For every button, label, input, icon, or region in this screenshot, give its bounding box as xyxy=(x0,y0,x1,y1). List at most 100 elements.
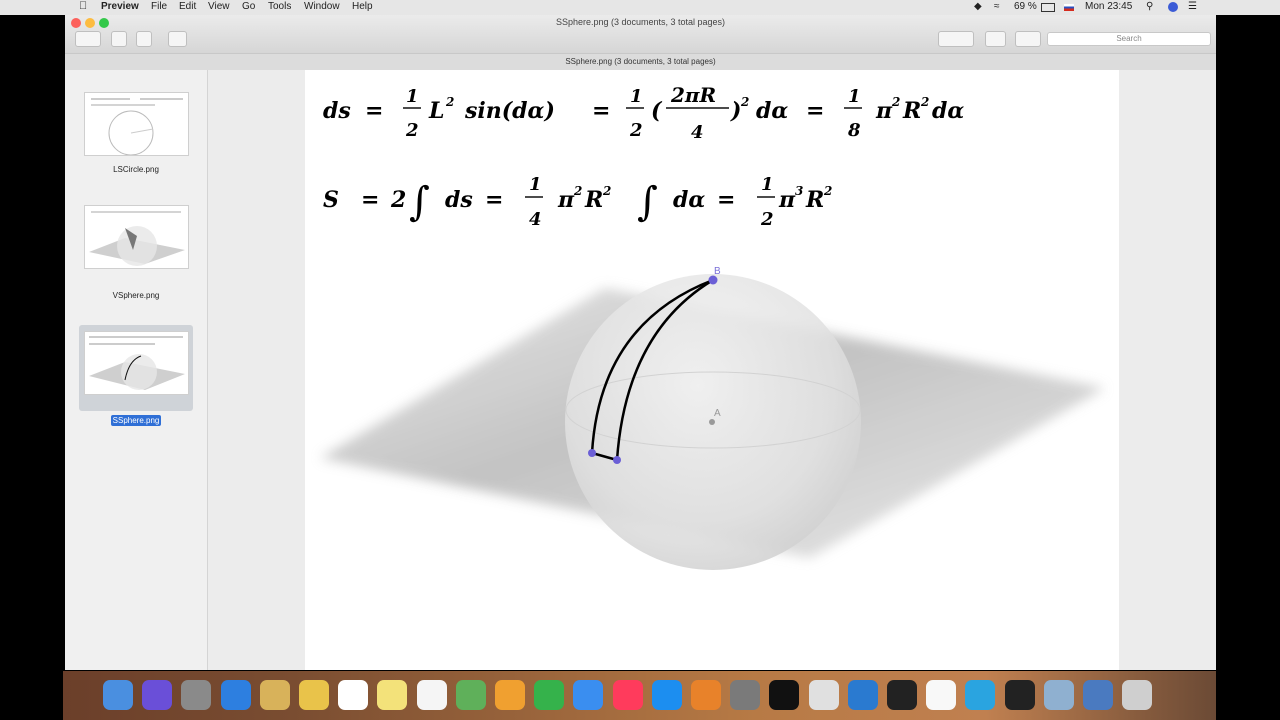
paren-square: 2 xyxy=(740,95,749,109)
zoom-in-button[interactable] xyxy=(136,31,152,47)
siri-icon[interactable] xyxy=(142,680,173,710)
menu-edit[interactable]: Edit xyxy=(179,1,196,12)
equals-4: = xyxy=(361,187,379,213)
toolbar: SSphere.png (3 documents, 3 total pages)… xyxy=(65,15,1216,53)
frac1-numerator: 1 xyxy=(406,86,419,107)
L-term: L xyxy=(428,98,444,124)
flag-icon[interactable] xyxy=(1064,4,1074,11)
thumbnail-label-lscircle[interactable]: LSCircle.png xyxy=(65,165,207,174)
reminders-icon[interactable] xyxy=(416,680,447,710)
equals-5: = xyxy=(485,187,503,213)
downloads-icon[interactable] xyxy=(1083,680,1113,710)
frac3-denominator: 4 xyxy=(691,122,704,143)
dalpha-2: dα xyxy=(932,98,964,124)
notification-center-icon[interactable]: ☰ xyxy=(1188,1,1197,12)
menu-file[interactable]: File xyxy=(151,1,167,12)
point-C1[interactable] xyxy=(588,449,596,457)
annotate-button[interactable] xyxy=(1015,31,1041,47)
point-A[interactable] xyxy=(709,419,715,425)
calendar-icon[interactable] xyxy=(338,680,369,710)
stickies-icon[interactable] xyxy=(377,680,408,710)
photos-icon[interactable] xyxy=(495,680,525,710)
pi-term-3: π xyxy=(778,187,796,213)
frac4-denominator: 8 xyxy=(847,120,861,141)
integral-1: ∫ xyxy=(409,179,430,225)
window-title: SSphere.png (3 documents, 3 total pages) xyxy=(555,17,726,27)
thumbnail-lscircle[interactable] xyxy=(84,92,189,156)
spotlight-icon[interactable]: ⚲ xyxy=(1146,1,1153,12)
sidebar-toggle-button[interactable] xyxy=(75,31,101,47)
siri-menu-icon[interactable] xyxy=(1168,2,1178,12)
launchpad-icon[interactable] xyxy=(181,680,212,710)
markup-button[interactable] xyxy=(938,31,974,47)
R-term-3: R xyxy=(805,187,824,213)
thumbnail-vsphere[interactable] xyxy=(84,205,189,269)
telegram-icon[interactable] xyxy=(965,680,996,710)
frac4-numerator: 1 xyxy=(848,86,861,107)
preview-icon[interactable] xyxy=(1043,680,1074,710)
menu-window[interactable]: Window xyxy=(304,1,340,12)
notes-icon[interactable] xyxy=(299,680,329,710)
pi-square: 2 xyxy=(891,95,900,109)
trash-icon[interactable] xyxy=(1122,680,1153,710)
L-square: 2 xyxy=(445,95,454,109)
coef-two: 2 xyxy=(390,187,406,213)
dock xyxy=(63,671,1216,720)
frac1-denominator: 2 xyxy=(405,120,419,141)
menu-help[interactable]: Help xyxy=(352,1,373,12)
rotate-button[interactable] xyxy=(985,31,1006,47)
facetime-icon[interactable] xyxy=(534,680,565,710)
share-button-left[interactable] xyxy=(168,31,187,47)
equals-3: = xyxy=(806,98,824,124)
mail-icon[interactable] xyxy=(259,680,290,710)
messages-icon[interactable] xyxy=(573,680,604,710)
appstore-icon[interactable] xyxy=(651,680,682,710)
music-icon[interactable] xyxy=(612,680,643,710)
terminal-icon[interactable] xyxy=(887,680,917,710)
zoom-out-button[interactable] xyxy=(111,31,127,47)
frac6-numerator: 1 xyxy=(761,174,774,195)
finder-icon[interactable] xyxy=(103,680,133,710)
ds-term: ds xyxy=(323,98,351,124)
settings-icon[interactable] xyxy=(730,680,761,710)
activity-icon[interactable] xyxy=(1004,680,1035,710)
apple-icon[interactable]:  xyxy=(79,0,87,12)
wifi-icon[interactable]: ≈ xyxy=(994,1,1000,12)
textedit-icon[interactable] xyxy=(926,680,957,710)
thumbnail-ssphere[interactable] xyxy=(84,331,189,395)
clock[interactable]: Mon 23:45 xyxy=(1085,1,1132,12)
right-paren: ) xyxy=(730,98,741,124)
preview-window: SSphere.png (3 documents, 3 total pages)… xyxy=(65,15,1216,670)
sphere-figure: B A xyxy=(320,266,1105,570)
intellij-icon[interactable] xyxy=(769,680,800,710)
thumbnail-label-vsphere[interactable]: VSphere.png xyxy=(65,291,207,300)
thumbnail-label-ssphere[interactable]: SSphere.png xyxy=(65,415,207,426)
pi-cube: 3 xyxy=(795,184,803,198)
pi-term-2: π xyxy=(557,187,575,213)
battery-icon[interactable] xyxy=(1041,3,1055,12)
integral-2: ∫ xyxy=(637,179,658,225)
safari-icon[interactable] xyxy=(220,680,251,710)
document-page[interactable]: ds = 1 2 L 2 sin(dα) = 1 2 ( 2πR 4 ) 2 d… xyxy=(305,70,1119,670)
frac5-denominator: 4 xyxy=(529,209,542,230)
frac6-denominator: 2 xyxy=(760,209,774,230)
point-C2[interactable] xyxy=(613,456,621,464)
battery-percent: 69 % xyxy=(1014,1,1037,12)
dropbox-icon[interactable]: ◆ xyxy=(974,1,982,12)
frac5-numerator: 1 xyxy=(529,174,542,195)
equals-1: = xyxy=(365,98,383,124)
menu-app-name[interactable]: Preview xyxy=(101,1,139,12)
R-square-3: 2 xyxy=(823,184,832,198)
maps-icon[interactable] xyxy=(455,680,486,710)
pi-term: π xyxy=(875,98,893,124)
menu-tools[interactable]: Tools xyxy=(268,1,291,12)
books-icon[interactable] xyxy=(691,680,721,710)
ds-term-2: ds xyxy=(445,187,473,213)
search-input[interactable]: Search xyxy=(1047,32,1211,46)
label-B: B xyxy=(714,266,721,277)
menu-go[interactable]: Go xyxy=(242,1,255,12)
vscode-icon[interactable] xyxy=(847,680,878,710)
chrome-icon[interactable] xyxy=(808,680,839,710)
ssphere-preview-icon xyxy=(89,336,185,390)
menu-view[interactable]: View xyxy=(208,1,230,12)
